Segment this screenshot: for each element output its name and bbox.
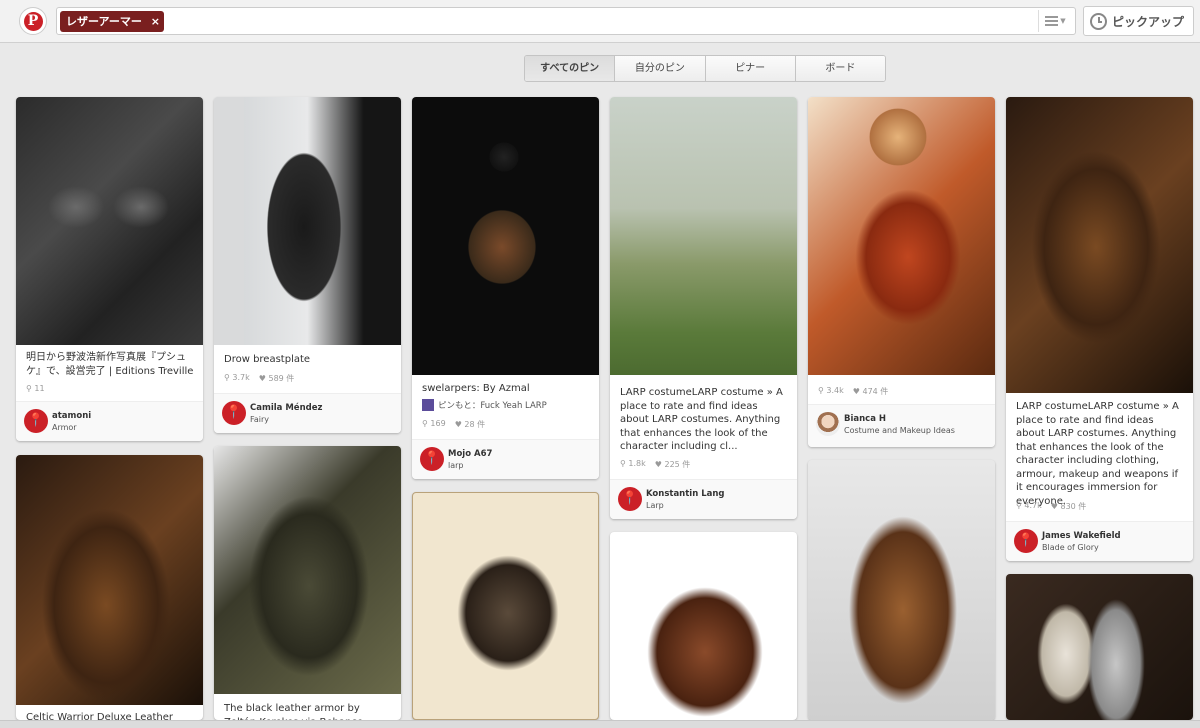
repin-count: 1.8k — [620, 459, 645, 470]
pin-image[interactable] — [808, 97, 995, 375]
pin-description: LARP costumeLARP costume » A place to ra… — [620, 387, 783, 452]
pinner-row[interactable]: 📍 James Wakefield Blade of Glory — [1006, 521, 1193, 561]
pin-icon: 📍 — [24, 409, 48, 433]
like-count: 830 件 — [1051, 501, 1086, 512]
via-label: ピンもと：Fuck Yeah LARP — [438, 401, 547, 411]
board-name[interactable]: Armor — [52, 423, 77, 432]
board-name[interactable]: Fairy — [250, 415, 269, 424]
pinner-name[interactable]: Mojo A67 — [448, 449, 492, 459]
like-count: 225 件 — [655, 459, 690, 470]
chevron-down-icon: ▼ — [1060, 17, 1066, 25]
pinner-name[interactable]: James Wakefield — [1042, 531, 1121, 541]
pin-stats: 3.7k 589 件 — [224, 373, 294, 384]
logo-letter: P — [23, 11, 43, 31]
pinner-name[interactable]: atamoni — [52, 411, 91, 421]
tab-boards[interactable]: ボード — [794, 56, 885, 81]
pin-image[interactable] — [610, 97, 797, 375]
pin-stats: 11 — [26, 384, 44, 393]
pin-image[interactable] — [214, 446, 401, 694]
pin-icon: 📍 — [618, 487, 642, 511]
pinner-name[interactable]: Bianca H — [844, 414, 886, 424]
pin-card[interactable]: 3.4k 474 件 Bianca H Costume and Makeup I… — [808, 97, 995, 447]
menu-icon — [1045, 16, 1059, 26]
via-row[interactable]: ピンもと：Fuck Yeah LARP — [422, 399, 547, 411]
board-name[interactable]: Costume and Makeup Ideas — [844, 426, 955, 435]
pin-description: The black leather armor by Zoltán Kereke… — [224, 703, 363, 720]
pin-card[interactable]: The black leather armor by Zoltán Kereke… — [214, 446, 401, 720]
pin-description: Celtic Warrior Deluxe Leather Armour — [26, 712, 174, 720]
via-thumbnail — [422, 399, 434, 411]
pin-image[interactable] — [412, 97, 599, 375]
pin-card[interactable]: LARP costumeLARP costume » A place to ra… — [610, 97, 797, 519]
pin-stats: 169 28 件 — [422, 419, 485, 430]
pin-icon: 📍 — [420, 447, 444, 471]
pinner-name[interactable]: Camila Méndez — [250, 403, 322, 413]
pin-card[interactable]: swelarpers: By Azmal ピンもと：Fuck Yeah LARP… — [412, 97, 599, 479]
pin-image[interactable] — [214, 97, 401, 345]
menu-button[interactable]: ▼ — [1038, 10, 1072, 32]
pin-image-card[interactable] — [412, 492, 599, 720]
pinner-row[interactable]: 📍 Camila Méndez Fairy — [214, 393, 401, 433]
board-name[interactable]: Larp — [646, 501, 664, 510]
horizontal-scrollbar[interactable] — [0, 720, 1200, 728]
pin-image[interactable] — [16, 97, 203, 345]
pin-card[interactable]: 明日から野波浩新作写真展『プシュケ』で、設営完了 | Editions Trev… — [16, 97, 203, 441]
pin-description: Drow breastplate — [224, 354, 311, 365]
pinner-row[interactable]: 📍 Konstantin Lang Larp — [610, 479, 797, 519]
pinner-row[interactable]: Bianca H Costume and Makeup Ideas — [808, 404, 995, 447]
pin-description: LARP costumeLARP costume » A place to ra… — [1016, 401, 1179, 507]
pin-image-card[interactable] — [808, 460, 995, 720]
clock-icon — [1090, 12, 1107, 30]
pin-stats: 4.7k 830 件 — [1016, 501, 1086, 512]
close-icon[interactable]: × — [151, 11, 160, 32]
pickup-label: ピックアップ — [1112, 14, 1185, 29]
pin-card[interactable]: Drow breastplate 3.7k 589 件 📍 Camila Mén… — [214, 97, 401, 433]
repin-count: 169 — [422, 419, 445, 430]
pinterest-logo-icon[interactable]: P — [19, 7, 47, 35]
tab-my-pins[interactable]: 自分のピン — [614, 56, 705, 81]
pin-image-card[interactable] — [610, 532, 797, 720]
pinner-row[interactable]: 📍 atamoni Armor — [16, 401, 203, 441]
search-token-label: レザーアーマー — [66, 15, 142, 28]
avatar — [816, 412, 840, 436]
like-count: 589 件 — [259, 373, 294, 384]
search-token[interactable]: レザーアーマー × — [60, 11, 164, 32]
pin-card[interactable]: Celtic Warrior Deluxe Leather Armour — [16, 455, 203, 720]
repin-count: 3.7k — [224, 373, 249, 384]
repin-count: 11 — [26, 384, 44, 393]
pinner-row[interactable]: 📍 Mojo A67 larp — [412, 439, 599, 479]
like-count: 28 件 — [455, 419, 485, 430]
pin-description: swelarpers: By Azmal — [422, 383, 530, 394]
pin-image[interactable] — [16, 455, 203, 705]
pin-card[interactable]: LARP costumeLARP costume » A place to ra… — [1006, 97, 1193, 561]
repin-count: 4.7k — [1016, 501, 1041, 512]
board-name[interactable]: Blade of Glory — [1042, 543, 1099, 552]
pin-icon: 📍 — [222, 401, 246, 425]
board-name[interactable]: larp — [448, 461, 464, 470]
pinner-name[interactable]: Konstantin Lang — [646, 489, 725, 499]
repin-count: 3.4k — [818, 386, 843, 397]
pin-image[interactable] — [1006, 97, 1193, 393]
tab-pinners[interactable]: ピナー — [704, 56, 795, 81]
pin-stats: 3.4k 474 件 — [818, 386, 888, 397]
like-count: 474 件 — [853, 386, 888, 397]
pin-icon: 📍 — [1014, 529, 1038, 553]
tab-all-pins[interactable]: すべてのピン — [525, 56, 615, 81]
filter-tabs: すべてのピン 自分のピン ピナー ボード — [524, 55, 886, 82]
pin-stats: 1.8k 225 件 — [620, 459, 690, 470]
pickup-button[interactable]: ピックアップ — [1083, 6, 1194, 36]
top-bar: P レザーアーマー × ▼ ピックアップ — [0, 0, 1200, 43]
search-box[interactable]: レザーアーマー × ▼ — [56, 7, 1076, 35]
pin-description: 明日から野波浩新作写真展『プシュケ』で、設営完了 | Editions Trev… — [26, 352, 194, 377]
pin-image-card[interactable] — [1006, 574, 1193, 720]
